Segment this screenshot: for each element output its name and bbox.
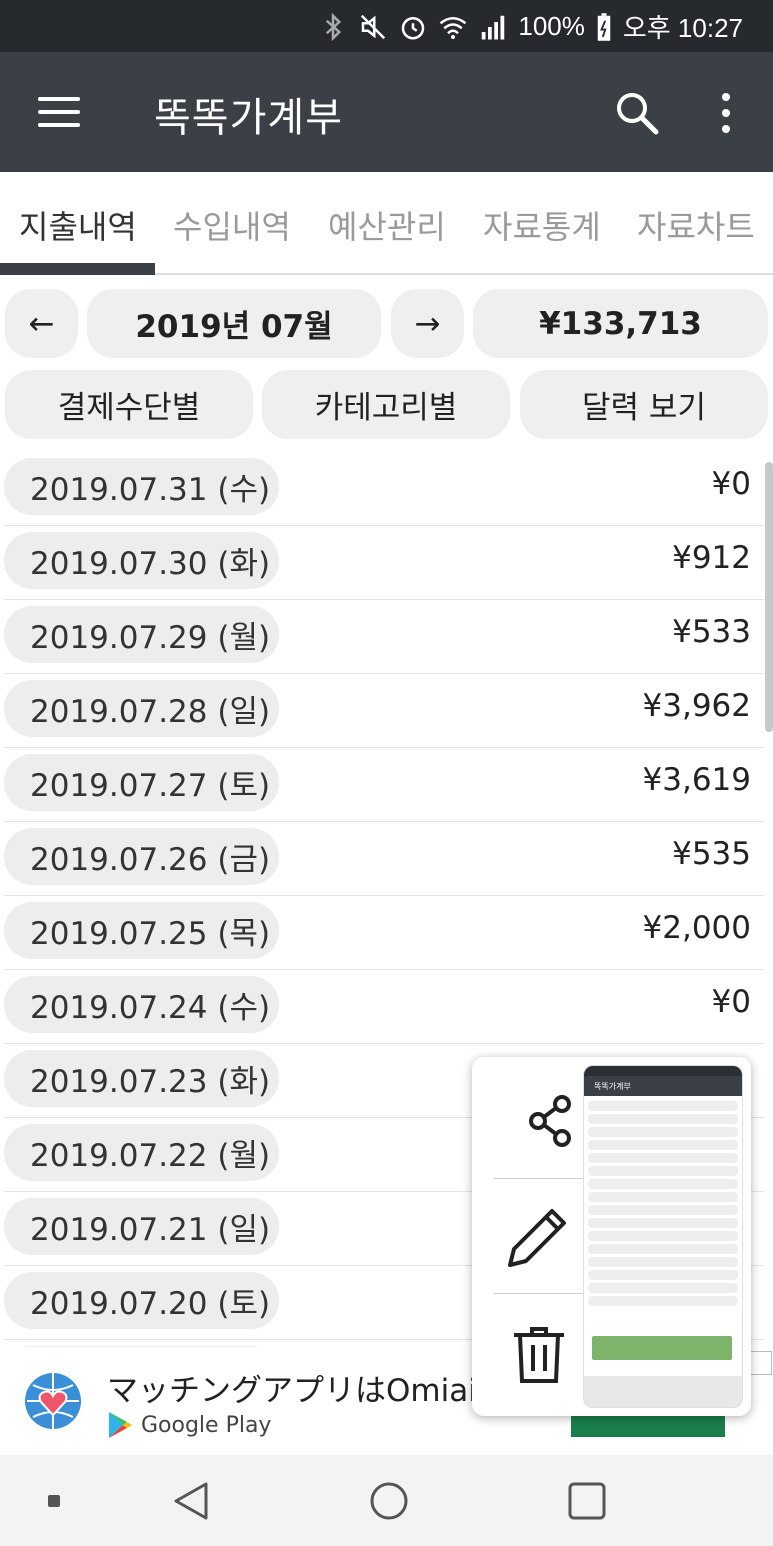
screenshot-thumbnail: 똑똑가계부 bbox=[583, 1065, 743, 1408]
bluetooth-icon bbox=[326, 12, 342, 41]
tab-charts[interactable]: 자료차트 bbox=[637, 202, 755, 248]
entry-date: 2019.07.26 (금) bbox=[4, 828, 279, 885]
nav-dot-icon[interactable] bbox=[46, 1493, 62, 1509]
entry-amount: ¥2,000 bbox=[642, 910, 751, 946]
menu-icon[interactable] bbox=[38, 94, 82, 130]
app-title: 똑똑가계부 bbox=[154, 95, 343, 141]
search-icon[interactable] bbox=[614, 90, 660, 136]
entry-date: 2019.07.21 (일) bbox=[4, 1198, 279, 1255]
entry-date: 2019.07.30 (화) bbox=[4, 532, 279, 589]
thumb-line bbox=[588, 1166, 738, 1176]
google-play-icon bbox=[109, 1412, 132, 1438]
entry-date: 2019.07.28 (일) bbox=[4, 680, 279, 737]
list-item[interactable]: 2019.07.25 (목) ¥2,000 bbox=[4, 896, 764, 970]
thumb-app-bar: 똑똑가계부 bbox=[584, 1076, 742, 1096]
entry-date: 2019.07.20 (토) bbox=[4, 1272, 279, 1329]
entry-amount: ¥0 bbox=[711, 466, 751, 502]
tab-budget[interactable]: 예산관리 bbox=[328, 202, 446, 248]
tab-income[interactable]: 수입내역 bbox=[173, 202, 291, 248]
entry-amount: ¥3,962 bbox=[642, 688, 751, 724]
mute-icon bbox=[361, 14, 386, 39]
popup-divider bbox=[494, 1293, 584, 1294]
thumb-status bbox=[584, 1066, 742, 1076]
alarm-icon bbox=[402, 16, 425, 39]
list-scrollbar[interactable] bbox=[765, 462, 773, 732]
thumb-line bbox=[588, 1127, 738, 1137]
share-icon[interactable] bbox=[494, 1077, 584, 1167]
nav-home-icon[interactable] bbox=[369, 1481, 409, 1521]
more-vert-icon[interactable] bbox=[714, 90, 738, 136]
list-item[interactable]: 2019.07.24 (수) ¥0 bbox=[4, 970, 764, 1044]
share-popup: 똑똑가계부 bbox=[472, 1057, 751, 1416]
thumb-line bbox=[588, 1153, 738, 1163]
entry-date: 2019.07.27 (토) bbox=[4, 754, 279, 811]
thumb-body bbox=[584, 1096, 742, 1376]
edit-icon[interactable] bbox=[494, 1191, 584, 1281]
entry-date: 2019.07.22 (월) bbox=[4, 1124, 279, 1181]
list-item[interactable]: 2019.07.27 (토) ¥3,619 bbox=[4, 748, 764, 822]
thumb-line bbox=[588, 1179, 738, 1189]
popup-divider bbox=[494, 1178, 584, 1179]
entry-date: 2019.07.29 (월) bbox=[4, 606, 279, 663]
ad-store-badge: Google Play bbox=[107, 1411, 271, 1439]
entry-date: 2019.07.23 (화) bbox=[4, 1050, 279, 1107]
tab-statistics[interactable]: 자료통계 bbox=[483, 202, 601, 248]
entry-amount: ¥533 bbox=[672, 614, 751, 650]
by-payment-button[interactable]: 결제수단별 bbox=[5, 370, 253, 439]
clock: 오후 10:27 bbox=[622, 13, 743, 43]
month-total[interactable]: ¥133,713 bbox=[473, 289, 768, 358]
entry-amount: ¥535 bbox=[672, 836, 751, 872]
ad-choices-icon[interactable] bbox=[748, 1351, 772, 1375]
thumb-line bbox=[588, 1231, 738, 1241]
omiai-logo-icon bbox=[25, 1373, 81, 1429]
thumb-line bbox=[588, 1101, 738, 1111]
nav-recents-icon[interactable] bbox=[568, 1482, 606, 1520]
entry-date: 2019.07.24 (수) bbox=[4, 976, 279, 1033]
thumb-line bbox=[588, 1218, 738, 1228]
calendar-view-button[interactable]: 달력 보기 bbox=[520, 370, 768, 439]
app-bar: 똑똑가계부 bbox=[0, 52, 773, 172]
tab-indicator bbox=[0, 263, 155, 275]
list-item[interactable]: 2019.07.31 (수) ¥0 bbox=[4, 452, 764, 526]
ad-title: マッチングアプリはOmiai. bbox=[107, 1373, 487, 1409]
list-item[interactable]: 2019.07.29 (월) ¥533 bbox=[4, 600, 764, 674]
status-bar: 100% 오후 10:27 bbox=[0, 0, 773, 52]
thumb-line bbox=[588, 1205, 738, 1215]
entry-amount: ¥3,619 bbox=[642, 762, 751, 798]
thumb-line bbox=[588, 1114, 738, 1124]
thumb-line bbox=[588, 1296, 738, 1306]
thumb-ad-image bbox=[592, 1336, 732, 1360]
list-item[interactable]: 2019.07.30 (화) ¥912 bbox=[4, 526, 764, 600]
prev-month-button[interactable]: ← bbox=[5, 289, 78, 358]
thumb-line bbox=[588, 1140, 738, 1150]
entry-amount: ¥912 bbox=[672, 540, 751, 576]
tab-bar: 지출내역 수입내역 예산관리 자료통계 자료차트 bbox=[0, 172, 773, 275]
battery-percent: 100% bbox=[518, 11, 585, 41]
ad-store-label: Google Play bbox=[141, 1412, 272, 1438]
month-selector[interactable]: 2019년 07월 bbox=[87, 289, 381, 358]
wifi-icon bbox=[440, 16, 467, 39]
tab-expenses[interactable]: 지출내역 bbox=[19, 202, 137, 248]
thumb-line bbox=[588, 1283, 738, 1293]
nav-back-icon[interactable] bbox=[172, 1481, 210, 1521]
thumb-line bbox=[588, 1244, 738, 1254]
entry-amount: ¥0 bbox=[711, 984, 751, 1020]
entry-date: 2019.07.25 (목) bbox=[4, 902, 279, 959]
by-category-button[interactable]: 카테고리별 bbox=[262, 370, 510, 439]
entry-date: 2019.07.31 (수) bbox=[4, 458, 279, 515]
thumb-title: 똑똑가계부 bbox=[594, 1081, 631, 1091]
list-item[interactable]: 2019.07.28 (일) ¥3,962 bbox=[4, 674, 764, 748]
thumb-line bbox=[588, 1257, 738, 1267]
delete-icon[interactable] bbox=[494, 1309, 584, 1399]
next-month-button[interactable]: → bbox=[391, 289, 464, 358]
thumb-line bbox=[588, 1270, 738, 1280]
signal-icon bbox=[482, 15, 505, 39]
system-nav-bar bbox=[0, 1455, 773, 1546]
list-item[interactable]: 2019.07.26 (금) ¥535 bbox=[4, 822, 764, 896]
thumb-line bbox=[588, 1192, 738, 1202]
battery-icon bbox=[597, 12, 611, 41]
